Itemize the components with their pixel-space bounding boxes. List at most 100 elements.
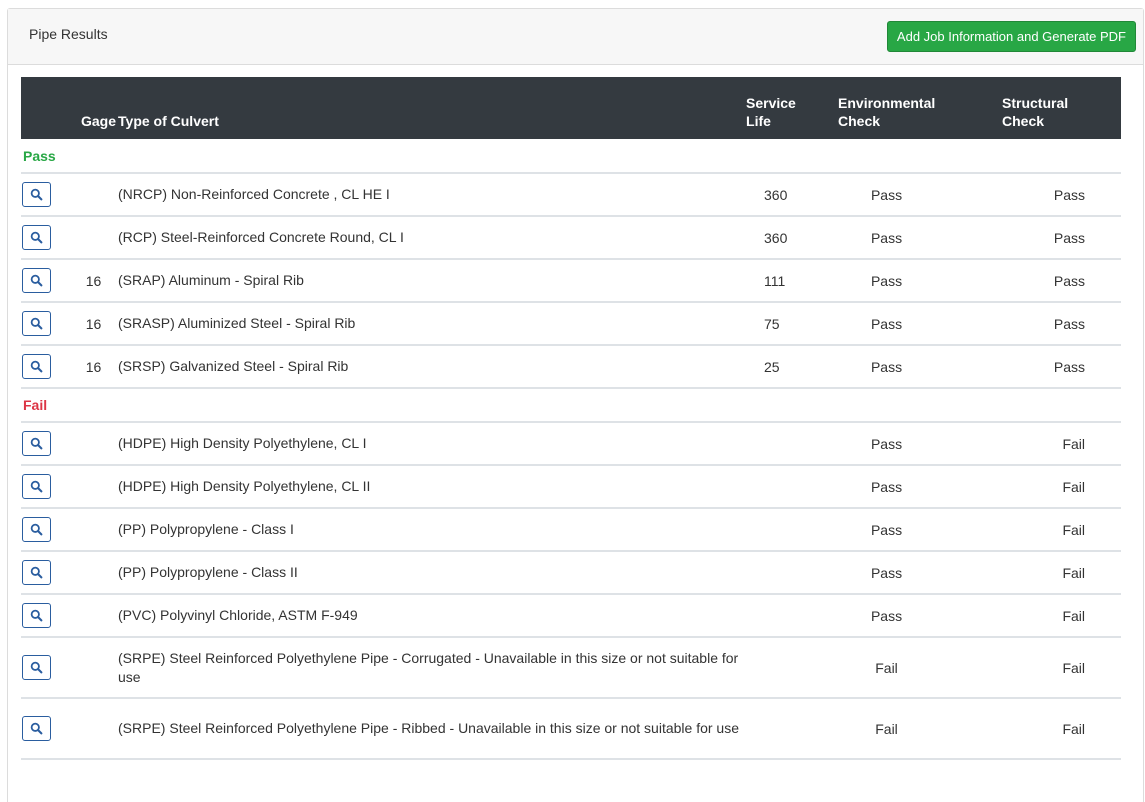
- environmental-check-cell: Pass: [838, 594, 1003, 638]
- table-row: (SRPE) Steel Reinforced Polyethylene Pip…: [21, 637, 1121, 699]
- service-life-cell: [746, 698, 839, 760]
- gage-cell: [74, 594, 117, 638]
- structural-check-cell: Fail: [1002, 508, 1121, 552]
- view-details-button[interactable]: [22, 517, 51, 542]
- table-row: 16 (SRSP) Galvanized Steel - Spiral Rib 25…: [21, 345, 1121, 389]
- environmental-check-cell: Fail: [838, 637, 1003, 699]
- table-row: (PVC) Polyvinyl Chloride, ASTM F-949 Pass…: [21, 594, 1121, 638]
- environmental-check-cell: Pass: [838, 259, 1003, 303]
- view-details-button[interactable]: [22, 603, 51, 628]
- service-life-cell: 360: [746, 173, 839, 217]
- column-header-gage: Gage: [81, 113, 117, 129]
- culvert-type-cell: (PP) Polypropylene - Class I: [116, 508, 747, 552]
- group-row-1: Fail: [21, 388, 1121, 423]
- culvert-type-cell: (HDPE) High Density Polyethylene, CL II: [116, 465, 747, 509]
- view-details-button[interactable]: [22, 311, 51, 336]
- environmental-check-cell: Pass: [838, 216, 1003, 260]
- view-cell: [21, 465, 74, 509]
- service-life-cell: 111: [746, 259, 839, 303]
- table-row: (HDPE) High Density Polyethylene, CL II P…: [21, 465, 1121, 509]
- structural-check-cell: Pass: [1002, 216, 1121, 260]
- environmental-check-cell: Pass: [838, 551, 1003, 595]
- service-life-cell: [746, 422, 839, 466]
- table-row: (PP) Polypropylene - Class I Pass Fail: [21, 508, 1121, 552]
- view-details-button[interactable]: [22, 225, 51, 250]
- view-details-button[interactable]: [22, 560, 51, 585]
- magnifier-icon: [30, 480, 43, 493]
- gage-cell: [74, 698, 117, 760]
- column-header-environmental: Environmental Check: [838, 77, 1002, 139]
- view-details-button[interactable]: [22, 431, 51, 456]
- results-body: Pass (NRCP) Non-Reinforced Concrete , CL …: [21, 139, 1121, 760]
- magnifier-icon: [30, 188, 43, 201]
- structural-check-cell: Fail: [1002, 698, 1121, 760]
- culvert-type-cell: (PP) Polypropylene - Class II: [116, 551, 747, 595]
- environmental-check-cell: Pass: [838, 465, 1003, 509]
- table-row: 16 (SRASP) Aluminized Steel - Spiral Rib 7…: [21, 302, 1121, 346]
- gage-cell: [74, 422, 117, 466]
- column-header-structural: Structural Check: [1002, 77, 1121, 139]
- card-header: Pipe Results Add Job Information and Gen…: [8, 9, 1143, 65]
- gage-cell: 16: [74, 302, 117, 346]
- magnifier-icon: [30, 609, 43, 622]
- generate-pdf-button[interactable]: Add Job Information and Generate PDF: [886, 21, 1136, 52]
- results-table: Gage Type of Culvert Service Life Enviro…: [21, 77, 1121, 760]
- culvert-type-cell: (PVC) Polyvinyl Chloride, ASTM F-949: [116, 594, 747, 638]
- view-cell: [21, 551, 74, 595]
- column-header-environmental-label: Environmental Check: [838, 95, 936, 129]
- culvert-type-cell: (NRCP) Non-Reinforced Concrete , CL HE I: [116, 173, 747, 217]
- gage-cell: [74, 173, 117, 217]
- environmental-check-cell: Fail: [838, 698, 1003, 760]
- group-label: Pass: [21, 139, 1121, 174]
- view-details-button[interactable]: [22, 716, 51, 741]
- column-header-type: Type of Culvert: [118, 113, 219, 129]
- gage-cell: [74, 551, 117, 595]
- view-cell: [21, 698, 74, 760]
- environmental-check-cell: Pass: [838, 422, 1003, 466]
- gage-cell: 16: [74, 259, 117, 303]
- magnifier-icon: [30, 722, 43, 735]
- culvert-type-cell: (SRSP) Galvanized Steel - Spiral Rib: [116, 345, 747, 389]
- view-cell: [21, 216, 74, 260]
- table-row: 16 (SRAP) Aluminum - Spiral Rib 111 Pass Pas…: [21, 259, 1121, 303]
- view-cell: [21, 173, 74, 217]
- column-header-view: [21, 77, 74, 139]
- gage-cell: [74, 465, 117, 509]
- view-cell: [21, 594, 74, 638]
- structural-check-cell: Fail: [1002, 465, 1121, 509]
- structural-check-cell: Fail: [1002, 422, 1121, 466]
- magnifier-icon: [30, 317, 43, 330]
- view-cell: [21, 302, 74, 346]
- magnifier-icon: [30, 437, 43, 450]
- table-row: (SRPE) Steel Reinforced Polyethylene Pip…: [21, 698, 1121, 760]
- gage-cell: [74, 508, 117, 552]
- gage-cell: [74, 216, 117, 260]
- view-details-button[interactable]: [22, 474, 51, 499]
- magnifier-icon: [30, 360, 43, 373]
- group-label: Fail: [21, 388, 1121, 423]
- structural-check-cell: Pass: [1002, 173, 1121, 217]
- view-details-button[interactable]: [22, 354, 51, 379]
- culvert-type-cell: (HDPE) High Density Polyethylene, CL I: [116, 422, 747, 466]
- column-header-structural-label: Structural Check: [1002, 95, 1069, 129]
- view-details-button[interactable]: [22, 655, 51, 680]
- structural-check-cell: Fail: [1002, 594, 1121, 638]
- view-cell: [21, 637, 74, 699]
- view-details-button[interactable]: [22, 182, 51, 207]
- view-cell: [21, 345, 74, 389]
- service-life-cell: [746, 551, 839, 595]
- structural-check-cell: Pass: [1002, 302, 1121, 346]
- table-header-row: Gage Type of Culvert Service Life Enviro…: [21, 77, 1121, 139]
- service-life-cell: 360: [746, 216, 839, 260]
- environmental-check-cell: Pass: [838, 508, 1003, 552]
- culvert-type-cell: (SRAP) Aluminum - Spiral Rib: [116, 259, 747, 303]
- environmental-check-cell: Pass: [838, 173, 1003, 217]
- column-header-service-life: Service Life: [746, 77, 838, 139]
- structural-check-cell: Pass: [1002, 345, 1121, 389]
- gage-cell: [74, 637, 117, 699]
- gage-cell: 16: [74, 345, 117, 389]
- culvert-type-cell: (RCP) Steel-Reinforced Concrete Round, C…: [116, 216, 747, 260]
- service-life-cell: [746, 508, 839, 552]
- view-cell: [21, 508, 74, 552]
- view-details-button[interactable]: [22, 268, 51, 293]
